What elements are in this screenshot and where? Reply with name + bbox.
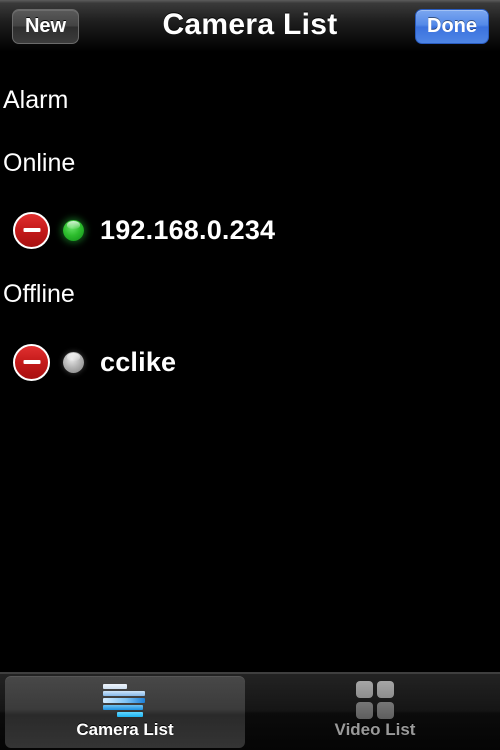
- navigation-bar: New Camera List Done: [0, 0, 500, 52]
- tab-label-video-list: Video List: [334, 720, 416, 739]
- camera-list: Alarm Online 192.168.0.234 Offline cclik…: [0, 52, 500, 672]
- delete-icon[interactable]: [13, 343, 50, 381]
- grid-squares-icon: [356, 680, 394, 720]
- section-header-alarm: Alarm: [3, 86, 69, 114]
- camera-name: cclike: [100, 346, 177, 377]
- tab-camera-list[interactable]: Camera List: [0, 674, 250, 750]
- tab-video-list[interactable]: Video List: [250, 674, 500, 750]
- done-button[interactable]: Done: [415, 9, 489, 44]
- section-header-offline: Offline: [3, 280, 75, 308]
- delete-icon[interactable]: [13, 211, 50, 249]
- list-item[interactable]: 192.168.0.234: [0, 207, 500, 253]
- list-item[interactable]: cclike: [0, 339, 500, 385]
- section-header-online: Online: [3, 149, 76, 177]
- tab-label-camera-list: Camera List: [76, 720, 174, 739]
- camera-name: 192.168.0.234: [100, 214, 276, 245]
- status-indicator-online-icon: [63, 219, 84, 241]
- tab-bar: Camera List Video List: [0, 672, 500, 750]
- app-screen: New Camera List Done Alarm Online 192.16…: [0, 0, 500, 750]
- list-bars-icon: [103, 680, 147, 720]
- status-indicator-offline-icon: [63, 351, 84, 373]
